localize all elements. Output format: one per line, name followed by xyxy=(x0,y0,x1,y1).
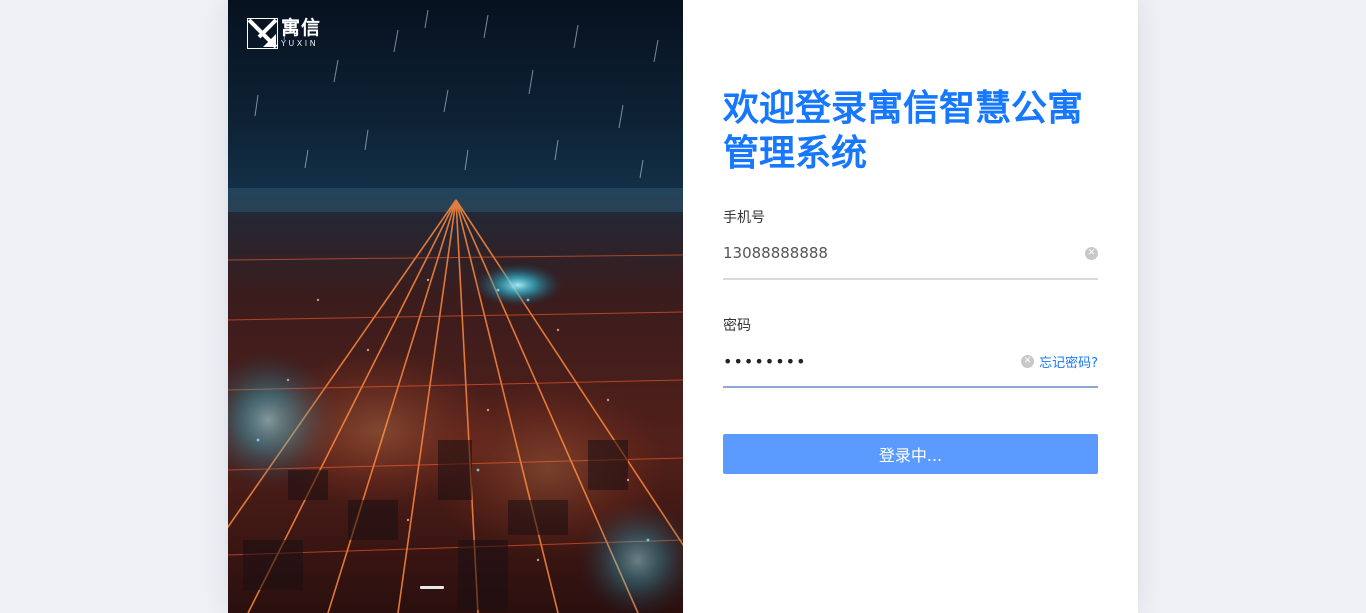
clear-icon[interactable]: ✕ xyxy=(1085,246,1098,260)
brand-name-cn: 寓信 xyxy=(281,17,322,39)
clear-icon[interactable]: ✕ xyxy=(1021,354,1035,368)
phone-label: 手机号 xyxy=(723,210,765,226)
carousel-indicators xyxy=(420,586,444,589)
brand-name-en: YUXIN xyxy=(281,39,319,48)
login-title: 欢迎登录寓信智慧公寓管理系统 xyxy=(723,88,1084,174)
password-input-row: ✕ 忘记密码? xyxy=(723,336,1098,388)
password-input[interactable] xyxy=(723,346,1022,376)
city-night-illustration xyxy=(228,0,683,613)
yuxin-logo-icon xyxy=(247,18,278,49)
phone-input[interactable] xyxy=(723,238,1085,268)
phone-input-row: ✕ xyxy=(723,228,1098,280)
password-field: 密码 ✕ 忘记密码? xyxy=(723,316,1098,388)
brand-logo: 寓信 YUXIN xyxy=(247,18,321,49)
carousel-dot-active[interactable] xyxy=(420,586,444,589)
hero-image: 寓信 YUXIN xyxy=(228,0,683,613)
login-form-panel: 欢迎登录寓信智慧公寓管理系统 手机号 ✕ 密码 ✕ 忘记密码? 登录中... xyxy=(683,0,1138,613)
login-button[interactable]: 登录中... xyxy=(723,434,1098,474)
login-card: 寓信 YUXIN 欢迎登录寓信智慧公寓管理系统 手机号 ✕ 密码 xyxy=(228,0,1138,613)
phone-field: 手机号 ✕ xyxy=(723,208,1098,280)
forgot-password-link[interactable]: 忘记密码? xyxy=(1039,352,1098,371)
brand-name: 寓信 YUXIN xyxy=(281,19,321,48)
password-label: 密码 xyxy=(723,318,751,334)
login-page: 寓信 YUXIN 欢迎登录寓信智慧公寓管理系统 手机号 ✕ 密码 xyxy=(0,0,1366,613)
